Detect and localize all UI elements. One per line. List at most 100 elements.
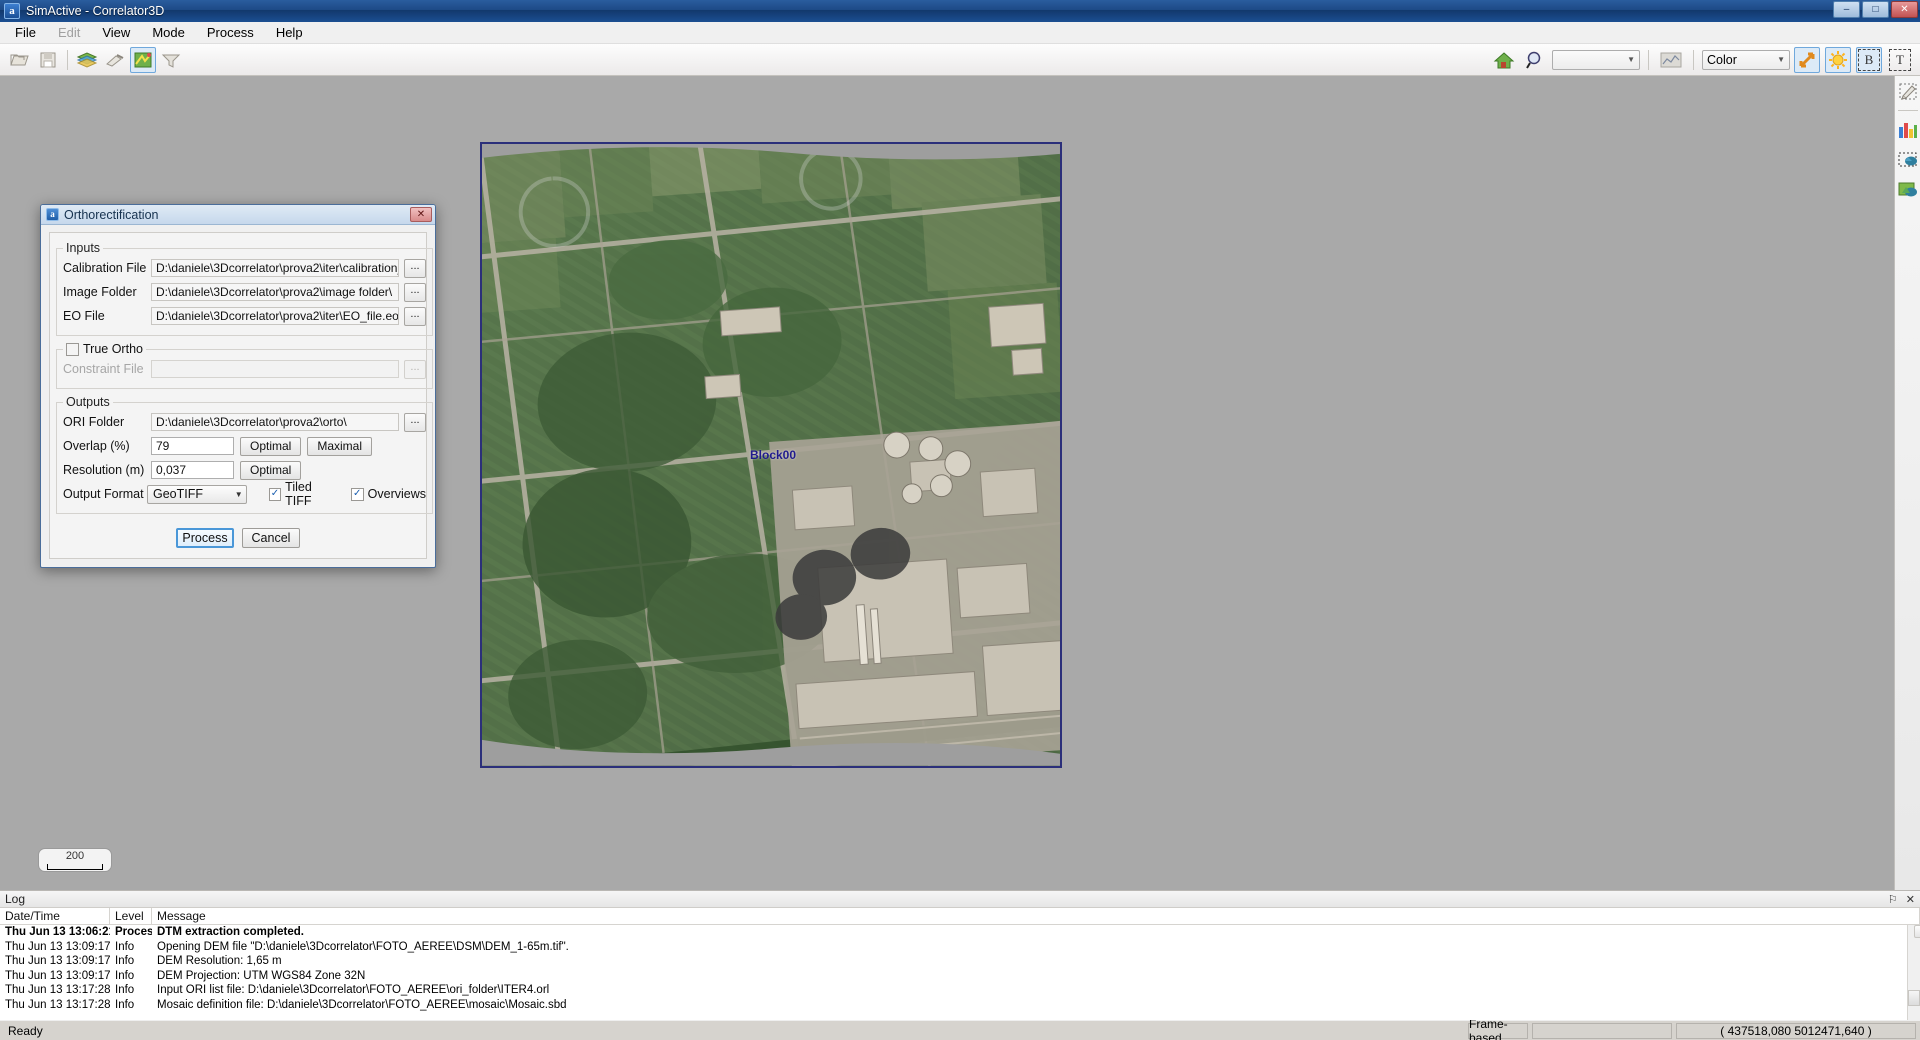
overlap-input[interactable]: 79 [151, 437, 234, 455]
calibration-file-input[interactable]: D:\daniele\3Dcorrelator\prova2\iter\cali… [151, 259, 399, 277]
status-coordinates: ( 437518,080 5012471,640 ) [1676, 1022, 1916, 1039]
dock-separator [1897, 110, 1918, 111]
log-cell-message: DEM Projection: UTM WGS84 Zone 32N [157, 969, 366, 982]
log-cell-datetime: Thu Jun 13 13:09:17 [5, 969, 110, 982]
ori-folder-label: ORI Folder [63, 415, 125, 429]
true-ortho-checkbox[interactable] [66, 342, 79, 356]
log-header-level[interactable]: Level [110, 908, 152, 924]
ori-folder-browse-button[interactable]: ... [404, 412, 426, 432]
log-scroll-up-button[interactable]: ▲ [1914, 925, 1920, 938]
table-row[interactable]: Thu Jun 13 13:09:17 Info DEM Resolution:… [0, 954, 1920, 969]
orthorectification-dialog[interactable]: a Orthorectification ✕ Inputs Calibratio… [40, 204, 436, 568]
output-format-value: GeoTIFF [153, 487, 204, 501]
ori-folder-row: ORI Folder D:\daniele\3Dcorrelator\prova… [63, 411, 426, 433]
status-empty-cell [1532, 1022, 1672, 1039]
resolution-optimal-button[interactable]: Optimal [240, 460, 302, 480]
process-button[interactable]: Process [176, 528, 234, 548]
block-label: Block00 [750, 448, 797, 462]
image-folder-input[interactable]: D:\daniele\3Dcorrelator\prova2\image fol… [151, 283, 399, 301]
eo-file-browse-button[interactable]: ... [404, 306, 426, 326]
table-row[interactable]: Thu Jun 13 13:17:28 Info Input ORI list … [0, 983, 1920, 998]
constraint-file-browse-button: ... [404, 359, 426, 379]
log-cell-datetime: Thu Jun 13 13:09:17 [5, 940, 110, 953]
main-toolbar: ▼ Color ▼ B T [0, 44, 1920, 76]
pencil-edit-icon[interactable] [1897, 80, 1919, 102]
layer-select[interactable]: ▼ [1552, 49, 1640, 70]
home-icon[interactable] [1491, 47, 1517, 73]
toolbar-right-group: ▼ Color ▼ B T [1490, 46, 1914, 73]
open-folder-icon[interactable] [7, 47, 33, 73]
dialog-footer: Process Cancel [56, 520, 420, 552]
text-tool-icon[interactable]: T [1887, 47, 1913, 73]
outputs-group-label: Outputs [66, 395, 110, 409]
log-close-icon[interactable]: ✕ [1906, 893, 1915, 906]
table-row[interactable]: Thu Jun 13 13:09:17 Info Opening DEM fil… [0, 940, 1920, 955]
constraint-file-row: Constraint File ... [63, 358, 426, 380]
magnifier-icon[interactable] [1522, 47, 1548, 73]
log-header-datetime[interactable]: Date/Time [0, 908, 110, 924]
sun-icon[interactable] [1825, 46, 1851, 73]
overlap-row: Overlap (%) 79 Optimal Maximal [63, 435, 426, 457]
table-row[interactable]: Thu Jun 13 13:17:28 Info Mosaic definiti… [0, 998, 1920, 1013]
maximize-button[interactable]: □ [1862, 1, 1889, 18]
dialog-app-icon: a [46, 208, 59, 221]
application-window: a SimActive - Correlator3D – □ ✕ File Ed… [0, 0, 1920, 1040]
overlap-optimal-button[interactable]: Optimal [240, 436, 302, 456]
dialog-body: Inputs Calibration File D:\daniele\3Dcor… [41, 225, 435, 567]
table-row[interactable]: Thu Jun 13 13:06:21 Process DTM extracti… [0, 925, 1920, 940]
log-header-message[interactable]: Message [152, 908, 1920, 924]
log-cell-level: Info [115, 940, 135, 953]
bold-label: B [1858, 48, 1880, 71]
calibration-file-label: Calibration File [63, 261, 147, 275]
overviews-checkbox[interactable]: ✓ [350, 487, 364, 501]
menu-mode[interactable]: Mode [141, 23, 196, 42]
close-button[interactable]: ✕ [1891, 1, 1918, 18]
log-scroll-thumb[interactable] [1908, 990, 1920, 1006]
histogram-icon[interactable] [1658, 47, 1684, 73]
menu-edit: Edit [57, 25, 81, 40]
log-scrollbar[interactable]: ▲ [1907, 925, 1920, 1020]
overlap-maximal-button[interactable]: Maximal [307, 436, 373, 456]
arrow-diagonal-icon[interactable] [1794, 46, 1820, 73]
funnel-icon[interactable] [158, 47, 184, 73]
tiled-tiff-checkbox-wrap[interactable]: ✓ Tiled TIFF [268, 480, 339, 508]
menu-process[interactable]: Process [196, 23, 265, 42]
layers-icon[interactable] [74, 47, 100, 73]
log-cell-level: Info [115, 984, 135, 997]
dialog-close-button[interactable]: ✕ [410, 207, 432, 222]
broom-icon[interactable] [102, 47, 128, 73]
bold-tool-icon[interactable]: B [1856, 46, 1882, 73]
true-ortho-checkbox-wrap[interactable]: True Ortho [66, 342, 143, 356]
image-select-icon[interactable] [1897, 149, 1919, 171]
save-icon[interactable] [35, 47, 61, 73]
true-ortho-group: True Ortho Constraint File ... [56, 342, 433, 389]
log-column-headers: Date/Time Level Message [0, 908, 1920, 925]
resolution-input[interactable]: 0,037 [151, 461, 234, 479]
menu-help[interactable]: Help [265, 23, 314, 42]
color-mode-select[interactable]: Color ▼ [1702, 49, 1790, 70]
overviews-checkbox-wrap[interactable]: ✓ Overviews [350, 487, 426, 501]
map-canvas[interactable]: Block00 200 a Orthorectification ✕ Input… [0, 76, 1894, 890]
tiled-tiff-checkbox[interactable]: ✓ [268, 487, 282, 501]
calibration-file-browse-button[interactable]: ... [404, 258, 426, 278]
bar-chart-icon[interactable] [1897, 119, 1919, 141]
workspace: Block00 200 a Orthorectification ✕ Input… [0, 76, 1920, 890]
log-panel-header: Log ⚐ ✕ [0, 891, 1920, 908]
correlation-icon[interactable] [130, 46, 156, 73]
table-row[interactable]: Thu Jun 13 13:09:17 Info DEM Projection:… [0, 969, 1920, 984]
image-folder-browse-button[interactable]: ... [404, 282, 426, 302]
log-cell-datetime: Thu Jun 13 13:09:17 [5, 955, 110, 968]
eo-file-input[interactable]: D:\daniele\3Dcorrelator\prova2\iter\EO_f… [151, 307, 399, 325]
menu-file[interactable]: File [4, 23, 47, 42]
log-cell-level: Info [115, 955, 135, 968]
menu-view[interactable]: View [91, 23, 141, 42]
ori-folder-input[interactable]: D:\daniele\3Dcorrelator\prova2\orto\ [151, 413, 399, 431]
minimize-button[interactable]: – [1833, 1, 1860, 18]
log-rows[interactable]: Thu Jun 13 13:06:21 Process DTM extracti… [0, 925, 1920, 1020]
status-badge: Frame-based [1468, 1017, 1528, 1040]
cancel-button[interactable]: Cancel [242, 528, 300, 548]
pin-icon[interactable]: ⚐ [1888, 893, 1898, 906]
dialog-inner-panel: Inputs Calibration File D:\daniele\3Dcor… [49, 232, 433, 559]
image-stack-icon[interactable] [1897, 179, 1919, 201]
output-format-select[interactable]: GeoTIFF ▼ [147, 484, 247, 504]
